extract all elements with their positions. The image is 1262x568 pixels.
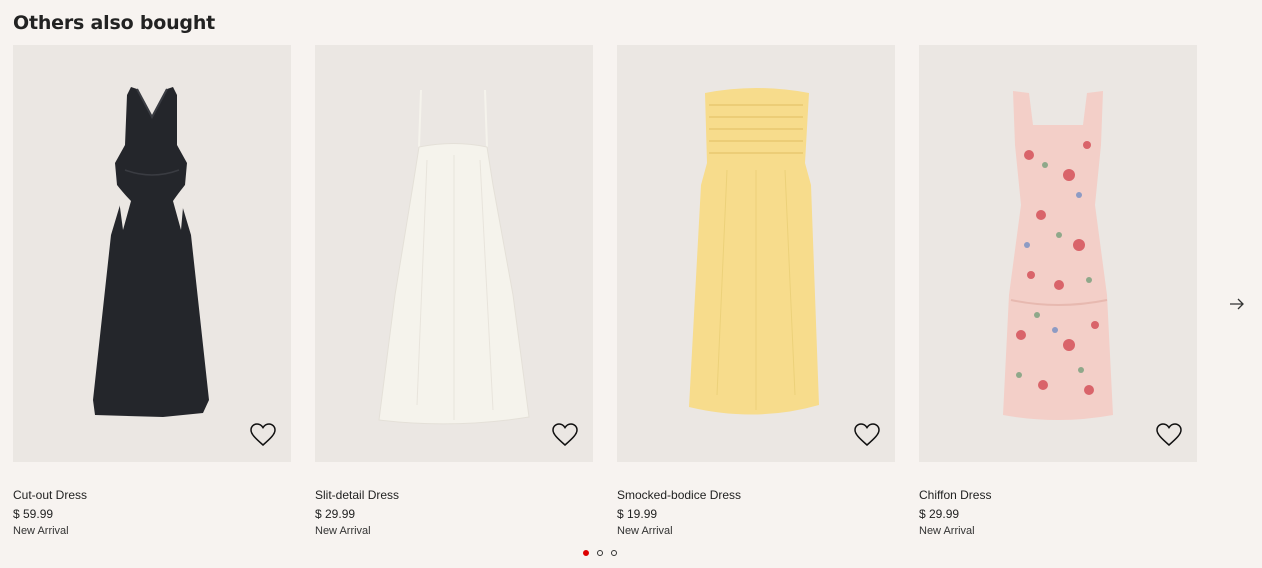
product-badge: New Arrival xyxy=(617,525,673,537)
yellow-dress-image xyxy=(689,88,819,415)
product-name[interactable]: Slit-detail Dress xyxy=(315,488,399,502)
product-price: $ 29.99 xyxy=(315,507,356,521)
product-name[interactable]: Smocked-bodice Dress xyxy=(617,488,741,502)
product-card[interactable]: Smocked-bodice Dress $ 19.99 New Arrival xyxy=(617,45,895,537)
product-badge: New Arrival xyxy=(13,525,69,537)
product-badge: New Arrival xyxy=(315,525,371,537)
product-image[interactable] xyxy=(919,45,1197,462)
product-image[interactable] xyxy=(315,45,593,462)
arrow-right-icon[interactable] xyxy=(1226,293,1248,315)
pagination-dot-2[interactable] xyxy=(597,550,603,556)
product-card[interactable]: Slit-detail Dress $ 29.99 New Arrival xyxy=(315,45,593,537)
product-carousel: Cut-out Dress $ 59.99 New Arrival Slit-d… xyxy=(13,45,1213,545)
product-price: $ 29.99 xyxy=(919,507,960,521)
product-image[interactable] xyxy=(13,45,291,462)
product-card[interactable]: Cut-out Dress $ 59.99 New Arrival xyxy=(13,45,291,537)
black-dress-image xyxy=(93,87,209,417)
product-image[interactable] xyxy=(617,45,895,462)
white-dress-image xyxy=(378,89,530,425)
heart-icon[interactable] xyxy=(552,423,578,447)
section-title: Others also bought xyxy=(13,12,216,34)
heart-icon[interactable] xyxy=(854,423,880,447)
heart-icon[interactable] xyxy=(1156,423,1182,447)
product-badge: New Arrival xyxy=(919,525,975,537)
product-name[interactable]: Cut-out Dress xyxy=(13,488,87,502)
pagination-dot-1[interactable] xyxy=(583,550,589,556)
product-price: $ 59.99 xyxy=(13,507,54,521)
floral-dress-image xyxy=(1003,91,1113,420)
product-name[interactable]: Chiffon Dress xyxy=(919,488,991,502)
product-card[interactable]: Chiffon Dress $ 29.99 New Arrival xyxy=(919,45,1197,537)
pagination-dot-3[interactable] xyxy=(611,550,617,556)
carousel-pagination xyxy=(583,550,617,556)
heart-icon[interactable] xyxy=(250,423,276,447)
product-price: $ 19.99 xyxy=(617,507,658,521)
